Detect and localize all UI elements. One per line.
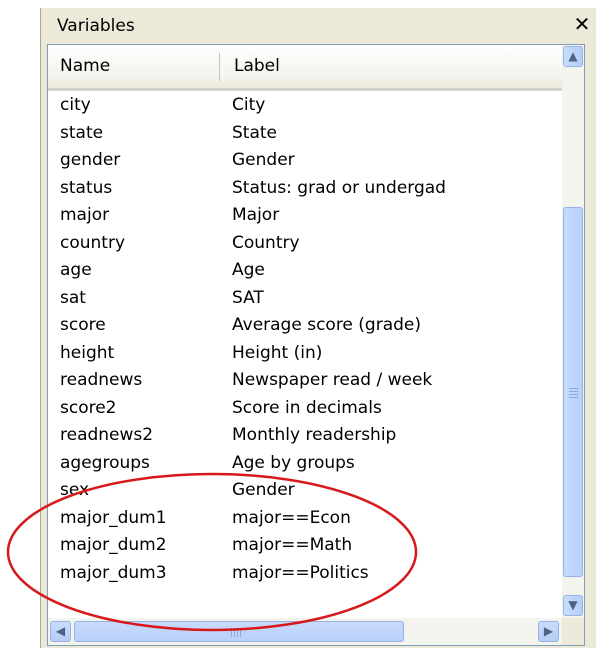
- list-item[interactable]: readnews Newspaper read / week: [48, 367, 562, 395]
- variable-name: status: [60, 177, 113, 198]
- list-item[interactable]: state State: [48, 120, 562, 148]
- variable-name: city: [60, 95, 91, 115]
- variable-name: readnews: [60, 370, 143, 390]
- variable-label: State: [232, 122, 277, 143]
- variable-label: City: [232, 95, 266, 115]
- variable-label: Gender: [232, 150, 295, 170]
- list-item[interactable]: readnews2 Monthly readership: [48, 422, 562, 450]
- grip-line: [569, 391, 578, 392]
- list-item[interactable]: agegroups Age by groups: [48, 450, 562, 478]
- grip-line: [231, 628, 232, 637]
- variable-name: major: [60, 205, 110, 225]
- variable-label: Height (in): [232, 342, 323, 363]
- grip-line: [234, 628, 235, 637]
- vertical-scrollbar[interactable]: ▲ ▼: [562, 45, 584, 618]
- variable-label: major==Econ: [232, 507, 351, 528]
- list-item[interactable]: height Height (in): [48, 340, 562, 368]
- variables-window: Variables ✕ Name Label city City state Stat…: [40, 8, 596, 648]
- list-item[interactable]: country Country: [48, 230, 562, 258]
- variable-name: state: [60, 122, 104, 143]
- grip-line: [569, 397, 578, 398]
- scroll-up-icon[interactable]: ▲: [563, 46, 583, 67]
- list-item[interactable]: sat SAT: [48, 285, 562, 313]
- variable-name: major_dum1: [60, 507, 167, 528]
- list-item[interactable]: status Status: grad or undergad: [48, 175, 562, 203]
- list-item[interactable]: major_dum3 major==Politics: [48, 560, 562, 588]
- variable-name: major_dum2: [60, 535, 167, 555]
- scroll-left-icon[interactable]: ◀: [50, 621, 71, 642]
- variable-name: sat: [60, 287, 86, 308]
- list-item[interactable]: age Age: [48, 257, 562, 285]
- variable-label: Newspaper read / week: [232, 370, 433, 390]
- variable-name: gender: [60, 150, 121, 170]
- scroll-right-icon[interactable]: ▶: [538, 621, 559, 642]
- list-header: Name Label: [48, 45, 562, 91]
- variable-label: Score in decimals: [232, 397, 382, 418]
- variable-name: height: [60, 342, 115, 363]
- variable-name: readnews2: [60, 425, 154, 445]
- list-item[interactable]: major_dum1 major==Econ: [48, 505, 562, 533]
- list-item[interactable]: gender Gender: [48, 147, 562, 175]
- variable-label: Monthly readership: [232, 425, 397, 445]
- variable-name: major_dum3: [60, 562, 167, 583]
- grip-line: [237, 628, 238, 637]
- list-item[interactable]: major_dum2 major==Math: [48, 532, 562, 560]
- variables-list[interactable]: Name Label city City state State gender Gende…: [47, 44, 585, 646]
- list-item[interactable]: city City: [48, 92, 562, 120]
- variable-label: Major: [232, 205, 280, 225]
- grip-line: [240, 628, 241, 637]
- variable-label: SAT: [232, 287, 264, 308]
- variable-name: agegroups: [60, 452, 150, 473]
- title-bar: Variables ✕: [41, 8, 596, 44]
- close-icon[interactable]: ✕: [571, 12, 593, 36]
- variable-label: Age: [232, 260, 265, 280]
- variable-label: Country: [232, 232, 300, 253]
- vertical-scroll-thumb[interactable]: [563, 207, 583, 577]
- variable-label: Age by groups: [232, 452, 355, 473]
- variable-name: score: [60, 315, 106, 335]
- column-header-name[interactable]: Name: [48, 45, 222, 88]
- rows-container: city City state State gender Gender status Stat…: [48, 92, 562, 587]
- scrollbar-corner: [562, 618, 584, 645]
- variable-label: Average score (grade): [232, 315, 422, 335]
- variable-name: sex: [60, 480, 90, 500]
- horizontal-scroll-thumb[interactable]: [74, 621, 404, 642]
- variable-name: country: [60, 232, 126, 253]
- horizontal-scrollbar[interactable]: ◀ ▶: [48, 618, 562, 645]
- grip-line: [569, 394, 578, 395]
- list-item[interactable]: score2 Score in decimals: [48, 395, 562, 423]
- variable-label: Gender: [232, 480, 295, 500]
- list-item[interactable]: major Major: [48, 202, 562, 230]
- scroll-down-icon[interactable]: ▼: [563, 595, 583, 616]
- variable-label: major==Politics: [232, 562, 369, 583]
- variable-label: Status: grad or undergad: [232, 177, 446, 198]
- variable-name: age: [60, 260, 92, 280]
- list-item[interactable]: sex Gender: [48, 477, 562, 505]
- list-item[interactable]: score Average score (grade): [48, 312, 562, 340]
- grip-line: [569, 388, 578, 389]
- variable-label: major==Math: [232, 535, 353, 555]
- window-title: Variables: [57, 16, 135, 36]
- column-header-label[interactable]: Label: [222, 45, 562, 88]
- variable-name: score2: [60, 397, 117, 418]
